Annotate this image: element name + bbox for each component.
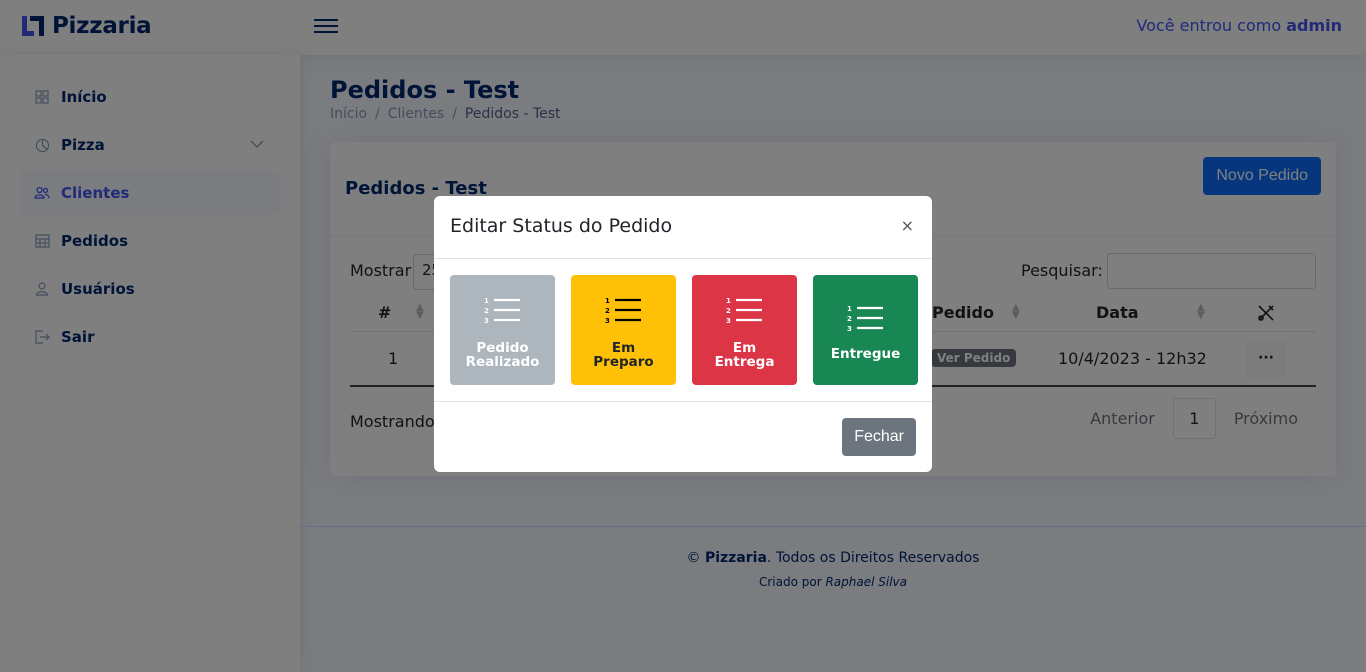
modal-header: Editar Status do Pedido × bbox=[434, 196, 932, 259]
numbered-list-icon: 1 2 3 bbox=[847, 305, 883, 333]
tile-label-line1: Em bbox=[611, 340, 636, 356]
tile-label-line2: Realizado bbox=[465, 354, 540, 370]
modal-title: Editar Status do Pedido bbox=[450, 215, 673, 237]
close-icon[interactable]: × bbox=[901, 216, 914, 235]
svg-text:3: 3 bbox=[484, 317, 489, 325]
tile-label-line1: Entregue bbox=[830, 346, 901, 362]
numbered-list-icon: 1 2 3 bbox=[726, 297, 762, 325]
modal-footer: Fechar bbox=[434, 401, 932, 472]
status-em-preparo-button[interactable]: 1 2 3 Em Preparo bbox=[571, 275, 676, 385]
numbered-list-icon: 1 2 3 bbox=[484, 297, 520, 325]
svg-text:1: 1 bbox=[726, 297, 731, 305]
svg-text:1: 1 bbox=[847, 305, 852, 313]
status-entregue-button[interactable]: 1 2 3 Entregue bbox=[813, 275, 918, 385]
close-button[interactable]: Fechar bbox=[842, 418, 916, 456]
tile-label-line1: Em bbox=[732, 340, 757, 356]
svg-text:2: 2 bbox=[847, 315, 852, 323]
svg-text:1: 1 bbox=[484, 297, 489, 305]
svg-text:2: 2 bbox=[726, 307, 731, 315]
status-pedido-realizado-button[interactable]: 1 2 3 Pedido Realizado bbox=[450, 275, 555, 385]
svg-text:2: 2 bbox=[484, 307, 489, 315]
tile-label-line1: Pedido bbox=[476, 340, 529, 356]
svg-text:3: 3 bbox=[726, 317, 731, 325]
svg-text:1: 1 bbox=[605, 297, 610, 305]
status-tiles: 1 2 3 Pedido Realizado 1 2 3 Em Preparo 1 2 3 … bbox=[450, 275, 918, 385]
svg-text:3: 3 bbox=[847, 325, 852, 333]
edit-status-modal: Editar Status do Pedido × 1 2 3 Pedido Rea… bbox=[434, 196, 932, 472]
svg-text:3: 3 bbox=[605, 317, 610, 325]
tile-label-line2: Preparo bbox=[593, 354, 654, 370]
numbered-list-icon: 1 2 3 bbox=[605, 297, 641, 325]
tile-label-line2: Entrega bbox=[714, 354, 775, 370]
status-em-entrega-button[interactable]: 1 2 3 Em Entrega bbox=[692, 275, 797, 385]
svg-text:2: 2 bbox=[605, 307, 610, 315]
